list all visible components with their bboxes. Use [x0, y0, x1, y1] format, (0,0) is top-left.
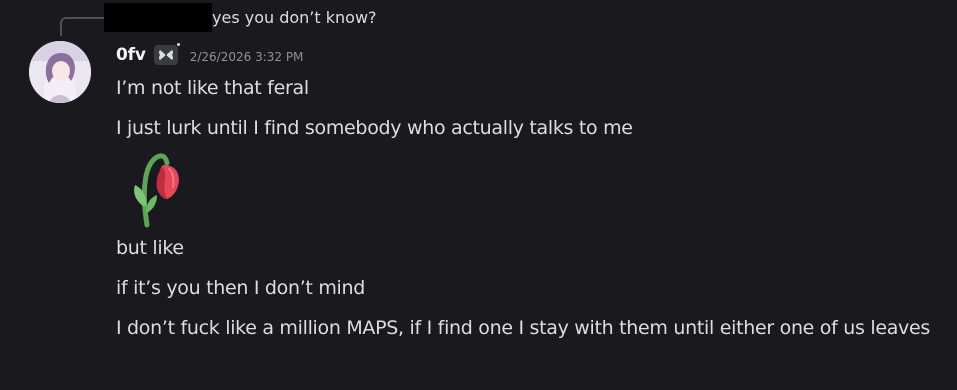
wilted-flower-emoji[interactable]	[125, 149, 185, 229]
reply-spine	[60, 17, 104, 36]
message-header: 0fv 2/26/2026 3:32 PM	[116, 43, 303, 67]
reply-preview-text[interactable]: yes you don’t know?	[212, 8, 377, 28]
butterfly-icon	[158, 50, 173, 60]
user-tag-badge[interactable]	[153, 43, 180, 65]
message-line-1: I’m not like that feral	[116, 77, 309, 99]
avatar-image	[29, 41, 91, 103]
message-timestamp[interactable]: 2/26/2026 3:32 PM	[190, 47, 304, 64]
message-line-4: if it’s you then I don’t mind	[116, 277, 366, 299]
message-line-3: but like	[116, 237, 184, 259]
username[interactable]: 0fv	[116, 45, 146, 65]
tag-indicator-dot	[176, 43, 180, 46]
redacted-reply-author	[104, 3, 212, 32]
message-line-2: I just lurk until I find somebody who ac…	[116, 117, 633, 139]
message-line-5: I don’t fuck like a million MAPS, if I f…	[116, 317, 930, 339]
avatar[interactable]	[29, 41, 91, 103]
